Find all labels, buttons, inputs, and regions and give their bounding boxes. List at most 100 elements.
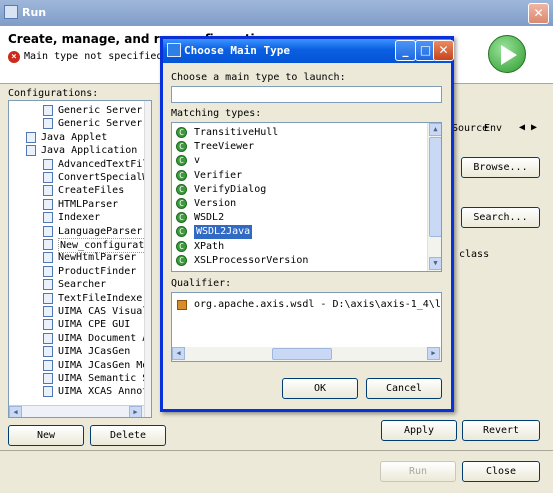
java-class-config-icon	[43, 158, 53, 170]
type-label: Verifier	[194, 169, 243, 181]
choose-main-type-dialog: Choose Main Type _ □ ✕ Choose a main typ…	[160, 36, 454, 412]
run-button[interactable]: Run	[380, 461, 456, 482]
choose-type-prompt: Choose a main type to launch:	[171, 72, 346, 83]
tree-item-label: Java Applet	[41, 131, 108, 143]
dialog-window-icon	[167, 43, 181, 57]
type-search-input[interactable]	[171, 86, 442, 103]
qualifier-list[interactable]: org.apache.axis.wsdl - D:\axis\axis-1_4\…	[171, 292, 442, 362]
java-class-config-icon	[43, 118, 53, 130]
java-class-icon: C	[176, 183, 187, 195]
scrollbar-thumb[interactable]	[272, 348, 332, 360]
scroll-left-icon[interactable]: ◀	[172, 347, 185, 360]
configurations-label: Configurations:	[8, 88, 99, 99]
tree-item-label: UIMA Document Anal	[58, 332, 151, 344]
type-label: WSDL2Java	[194, 225, 253, 240]
tree-item-label: Generic Server	[58, 118, 143, 130]
type-label: XPath	[194, 240, 225, 252]
scroll-down-icon[interactable]: ▼	[429, 257, 441, 270]
type-label: TransitiveHull	[194, 127, 279, 138]
java-class-icon: C	[176, 169, 187, 181]
java-class-config-icon	[43, 172, 53, 183]
java-class-config-icon	[43, 225, 53, 237]
matching-types-label: Matching types:	[171, 108, 262, 119]
java-class-icon: C	[176, 155, 187, 167]
java-class-config-icon	[43, 359, 53, 371]
tree-item-label: AdvancedTextFileIn	[58, 158, 151, 170]
new-button[interactable]: New	[8, 425, 84, 446]
java-class-icon: C	[176, 254, 187, 266]
tree-horizontal-scrollbar[interactable]: ◀ ▶	[9, 405, 144, 417]
dialog-close-button[interactable]: ✕	[433, 40, 454, 61]
dialog-titlebar[interactable]: Choose Main Type _ □ ✕	[163, 39, 454, 63]
java-class-config-icon	[43, 373, 53, 384]
tree-item-label: Java Application	[41, 145, 138, 157]
tree-vertical-scrollbar[interactable]	[144, 101, 151, 417]
java-launch-type-icon	[26, 131, 36, 143]
scroll-left-icon[interactable]: ◀	[9, 406, 22, 417]
error-icon: ×	[8, 51, 20, 63]
tree-item-label: NewHtmlParser	[58, 252, 137, 264]
scroll-up-icon[interactable]: ▲	[429, 123, 441, 136]
delete-button[interactable]: Delete	[90, 425, 166, 446]
class-text: class	[459, 249, 490, 260]
qualifier-label: Qualifier:	[171, 278, 232, 289]
tree-item-label: UIMA Semantic Sear	[58, 373, 151, 384]
tab-environment[interactable]: Env	[484, 123, 502, 134]
ok-button[interactable]: OK	[282, 378, 358, 399]
tab-source[interactable]: Source	[452, 123, 488, 134]
qualifier-horizontal-scrollbar[interactable]: ◀ ▶	[172, 347, 441, 361]
browse-button[interactable]: Browse...	[461, 157, 540, 178]
matching-types-list[interactable]: C TransitiveHull C TreeViewer Cv C Verifier C Ve…	[171, 122, 442, 272]
run-window-title: Run	[22, 6, 47, 19]
run-window-close-button[interactable]: ✕	[528, 3, 549, 24]
tree-item-label: LanguageParser	[58, 225, 143, 237]
type-label: Version	[194, 198, 237, 209]
java-class-icon: C	[176, 212, 187, 224]
tree-item-label: UIMA CAS Visual De	[58, 306, 151, 317]
tree-item-label: CreateFiles	[58, 185, 125, 197]
search-button[interactable]: Search...	[461, 207, 540, 228]
java-class-config-icon	[43, 279, 53, 291]
tree-item-label: TextFileIndexer	[58, 292, 149, 304]
run-window-titlebar[interactable]: Run ✕	[0, 0, 553, 26]
dialog-title: Choose Main Type	[184, 44, 290, 57]
tree-item-label: UIMA XCAS Annotati	[58, 386, 151, 398]
scroll-right-icon[interactable]: ▶	[129, 406, 142, 417]
revert-button[interactable]: Revert	[462, 420, 540, 441]
tree-item-label: Searcher	[58, 279, 107, 291]
java-class-config-icon	[43, 332, 53, 344]
java-launch-type-icon	[26, 145, 36, 157]
types-vertical-scrollbar[interactable]: ▲ ▼	[427, 123, 441, 271]
java-class-config-icon	[43, 265, 53, 277]
scroll-right-icon[interactable]: ▶	[427, 347, 440, 360]
close-button[interactable]: Close	[462, 461, 540, 482]
type-label: TreeViewer	[194, 141, 255, 153]
package-icon	[177, 300, 187, 310]
java-class-config-icon	[43, 306, 53, 317]
scrollbar-thumb[interactable]	[429, 137, 441, 237]
java-class-config-icon	[43, 212, 53, 224]
tree-item-label: Indexer	[58, 212, 101, 224]
java-class-icon: C	[176, 127, 187, 138]
tab-scroll-arrows-icon[interactable]: ◀ ▶	[519, 122, 537, 133]
tree-item-label: UIMA CPE GUI	[58, 319, 131, 331]
type-label: v	[194, 155, 201, 167]
java-class-config-icon	[43, 252, 53, 264]
type-label: WSDL2	[194, 212, 225, 224]
type-label: XSLProcessorVersion	[194, 254, 309, 266]
tree-item-label: UIMA JCasGen	[58, 346, 131, 358]
java-class-config-icon	[43, 292, 53, 304]
java-class-config-icon	[43, 319, 53, 331]
tree-item-label: UIMA JCasGen Merge	[58, 359, 151, 371]
run-window-icon	[4, 5, 18, 19]
minimize-button[interactable]: _	[395, 40, 416, 61]
java-class-icon: C	[176, 226, 187, 238]
java-class-icon: C	[176, 198, 187, 209]
qualifier-package-item[interactable]: org.apache.axis.wsdl - D:\axis\axis-1_4\…	[194, 299, 441, 310]
cancel-button[interactable]: Cancel	[366, 378, 442, 399]
java-class-config-icon	[43, 346, 53, 358]
configurations-tree[interactable]: Generic Server Generic Server Java Applet J…	[8, 100, 152, 418]
apply-button[interactable]: Apply	[381, 420, 457, 441]
tree-item-label: ProductFinder	[58, 265, 137, 277]
run-arrow-icon	[501, 45, 517, 65]
